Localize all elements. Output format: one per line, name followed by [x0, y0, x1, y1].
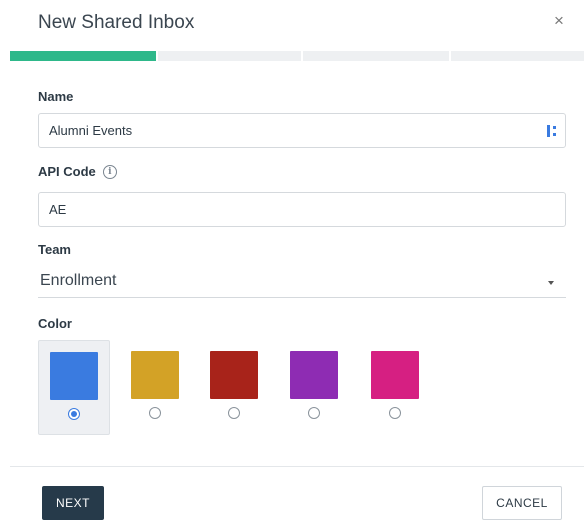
step-progress-bar: [10, 51, 584, 61]
color-option-red[interactable]: [199, 340, 271, 435]
new-shared-inbox-dialog: New Shared Inbox × Name API Code i Team …: [0, 0, 584, 521]
color-option-purple[interactable]: [279, 340, 351, 435]
api-code-label-row: API Code i: [38, 164, 117, 179]
color-swatch-group: [38, 340, 438, 435]
progress-step-4: [451, 51, 584, 61]
color-radio-gold[interactable]: [149, 407, 161, 419]
color-chip-blue: [50, 352, 98, 400]
color-radio-purple[interactable]: [308, 407, 320, 419]
name-label: Name: [38, 89, 74, 104]
close-icon[interactable]: ×: [548, 10, 570, 32]
color-radio-pink[interactable]: [389, 407, 401, 419]
info-icon[interactable]: i: [102, 164, 117, 179]
team-select[interactable]: Enrollment: [38, 268, 566, 298]
progress-step-1-active: [10, 51, 156, 61]
api-code-label: API Code: [38, 164, 96, 179]
color-chip-gold: [131, 351, 179, 399]
next-button[interactable]: NEXT: [42, 486, 104, 520]
progress-step-2: [158, 51, 301, 61]
color-label: Color: [38, 316, 72, 331]
extension-icon[interactable]: [546, 124, 558, 138]
color-chip-red: [210, 351, 258, 399]
color-option-gold[interactable]: [120, 340, 192, 435]
color-chip-pink: [371, 351, 419, 399]
name-input[interactable]: [38, 113, 566, 148]
team-label: Team: [38, 242, 71, 257]
dialog-title: New Shared Inbox: [38, 12, 195, 33]
color-option-blue[interactable]: [38, 340, 110, 435]
color-radio-red[interactable]: [228, 407, 240, 419]
progress-step-3: [303, 51, 449, 61]
color-chip-purple: [290, 351, 338, 399]
cancel-button[interactable]: CANCEL: [482, 486, 562, 520]
color-option-pink[interactable]: [360, 340, 432, 435]
color-radio-blue[interactable]: [68, 408, 80, 420]
footer-divider: [10, 466, 584, 467]
caret-down-icon: [548, 281, 554, 285]
api-code-input[interactable]: [38, 192, 566, 227]
team-select-value: Enrollment: [40, 272, 117, 289]
